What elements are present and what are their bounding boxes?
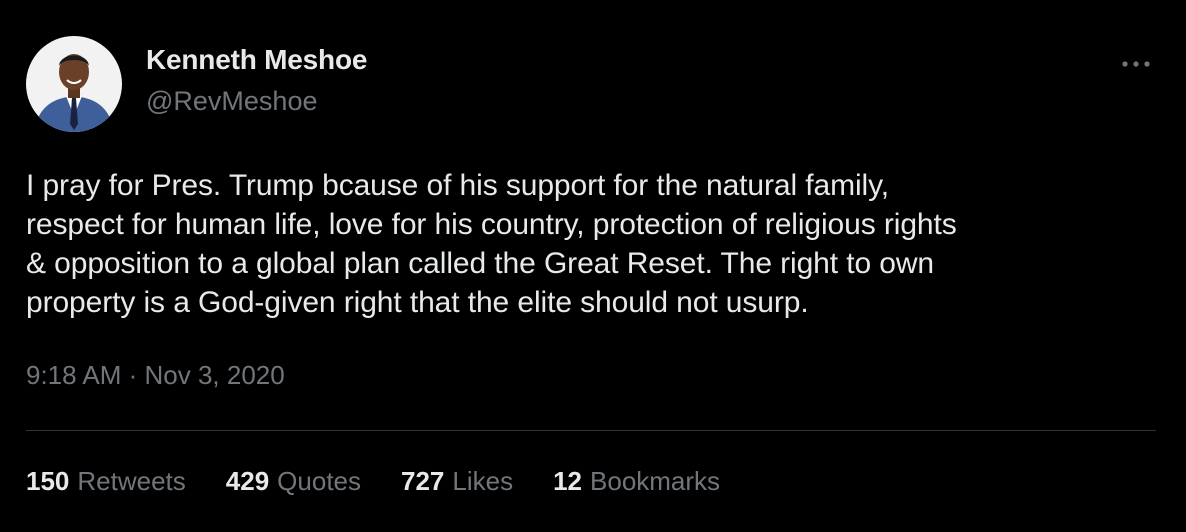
author-name[interactable]: Kenneth Meshoe (146, 44, 367, 76)
likes-label: Likes (452, 466, 514, 496)
retweets-stat[interactable]: 150 Retweets (26, 466, 186, 497)
avatar-photo (26, 36, 122, 132)
bookmarks-stat[interactable]: 12 Bookmarks (553, 466, 720, 497)
more-horizontal-icon (1122, 61, 1150, 67)
quotes-count: 429 (225, 466, 270, 496)
likes-count: 727 (401, 466, 445, 496)
bookmarks-count: 12 (553, 466, 583, 496)
engagement-stats: 150 Retweets 429 Quotes 727 Likes 12 Boo… (26, 466, 720, 497)
bookmarks-label: Bookmarks (590, 466, 721, 496)
likes-stat[interactable]: 727 Likes (401, 466, 513, 497)
retweets-label: Retweets (77, 466, 186, 496)
tweet-timestamp[interactable]: 9:18 AM · Nov 3, 2020 (26, 360, 285, 391)
retweets-count: 150 (26, 466, 70, 496)
more-options-button[interactable] (1118, 46, 1154, 82)
quotes-stat[interactable]: 429 Quotes (226, 466, 361, 497)
tweet-card: Kenneth Meshoe @RevMeshoe I pray for Pre… (0, 0, 1186, 532)
author-handle[interactable]: @RevMeshoe (146, 86, 317, 117)
divider (26, 430, 1156, 431)
quotes-label: Quotes (277, 466, 361, 496)
tweet-text: I pray for Pres. Trump bcause of his sup… (26, 169, 957, 319)
avatar[interactable] (26, 36, 122, 132)
